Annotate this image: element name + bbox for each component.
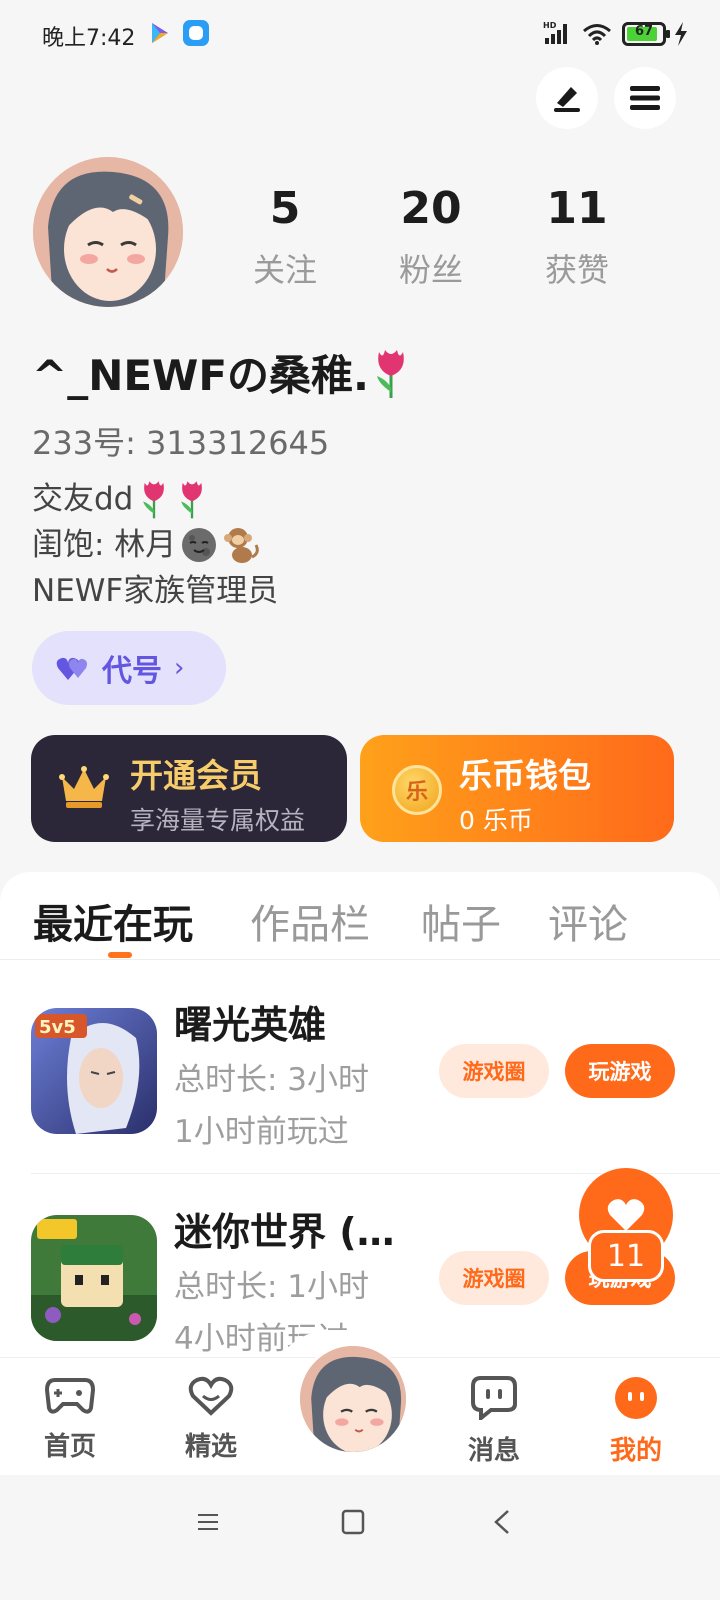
game-duration: 总时长: 1小时 [174, 1269, 370, 1305]
bio-line: NEWF家族管理员 [32, 568, 278, 614]
battery-level: 67 [634, 24, 654, 39]
like-count-badge: 11 [588, 1230, 664, 1282]
stat-label: 关注 [252, 251, 317, 289]
wifi-icon [583, 24, 611, 45]
profile-bio: 交友dd 闺饱: 林月 NEWF家族管理员 [32, 476, 278, 614]
codename-button[interactable]: 代号 › [32, 631, 226, 705]
status-bar: 晚上7:42 HD 67 [0, 0, 720, 66]
wallet-title: 乐币钱包 [459, 756, 591, 795]
stat-value: 5 [269, 183, 301, 234]
chat-bubble-icon [471, 1376, 517, 1423]
recent-apps-icon[interactable] [196, 1510, 220, 1534]
stat-label: 获赞 [544, 251, 609, 289]
svg-text:5v5: 5v5 [39, 1017, 76, 1038]
game-circle-button[interactable]: 游戏圈 [439, 1044, 549, 1098]
signal-icon: HD [543, 21, 567, 44]
play-game-button[interactable]: 玩游戏 [565, 1044, 675, 1098]
edit-profile-button[interactable] [536, 67, 598, 129]
stat-followers[interactable]: 20 粉丝 [371, 183, 491, 291]
heart-outline-icon [188, 1376, 234, 1416]
tulip-icon [377, 349, 404, 398]
tab-recently-played[interactable]: 最近在玩 [33, 892, 193, 950]
home-square-icon[interactable] [341, 1509, 365, 1535]
bio-line-text: 闺饱: 林月 [32, 527, 177, 563]
wallet-balance: 0 乐币 [459, 806, 533, 835]
tulip-icon [143, 481, 165, 519]
profile-tabs: 最近在玩 作品栏 帖子 评论 [0, 872, 720, 960]
chevron-right-icon: › [174, 653, 185, 683]
game-list-item[interactable]: 5v5 曙光英雄 总时长: 3小时 1小时前玩过 游戏圈 玩游戏 [0, 972, 720, 1177]
nickname-text: ^_NEWFの桑稚. [32, 351, 370, 400]
battery-icon: 67 [622, 22, 670, 46]
bio-line-text: 交友dd [32, 481, 134, 517]
status-time: 晚上7:42 [42, 26, 136, 51]
app-notification-icon [183, 20, 209, 46]
system-nav-bar [0, 1475, 720, 1600]
tab-posts[interactable]: 帖子 [421, 892, 501, 950]
pen-icon [554, 87, 580, 112]
bio-line: 闺饱: 林月 [32, 522, 278, 568]
bio-line-text: NEWF家族管理员 [32, 573, 279, 609]
svg-text:HD: HD [543, 21, 557, 30]
hamburger-menu-icon [630, 86, 660, 110]
game-last-played: 1小时前玩过 [174, 1114, 349, 1150]
stat-label: 粉丝 [398, 251, 463, 289]
game-icon [31, 1215, 157, 1341]
content-panel: 最近在玩 作品栏 帖子 评论 5v5 曙光英雄 总时长: 3小时 1小时前玩过 … [0, 872, 720, 1372]
smiley-icon [615, 1377, 657, 1419]
nav-messages[interactable]: 消息 [444, 1376, 544, 1467]
game-name: 曙光英雄 [174, 1003, 327, 1047]
codename-label: 代号 [102, 654, 162, 689]
monkey-icon [224, 528, 260, 563]
nav-label: 首页 [43, 1432, 96, 1462]
nav-label: 消息 [467, 1436, 520, 1466]
stat-likes[interactable]: 11 获赞 [517, 183, 637, 291]
double-heart-icon [56, 657, 87, 680]
play-store-icon [152, 23, 168, 43]
menu-button[interactable] [614, 67, 676, 129]
nav-me[interactable]: 我的 [586, 1376, 686, 1467]
stat-following[interactable]: 5 关注 [225, 183, 345, 291]
game-name: 迷你世界 (… [174, 1210, 395, 1254]
game-icon: 5v5 [31, 1008, 157, 1134]
profile-uid: 233号: 313312645 [32, 424, 330, 462]
moon-face-icon [182, 528, 217, 562]
profile-nickname: ^_NEWFの桑稚. [32, 342, 413, 403]
tab-works[interactable]: 作品栏 [250, 892, 370, 950]
nav-center-avatar[interactable] [297, 1343, 409, 1455]
profile-avatar[interactable] [33, 157, 183, 307]
nav-home[interactable]: 首页 [20, 1376, 120, 1463]
vip-card[interactable]: 开通会员 享海量专属权益 [31, 735, 347, 842]
bio-line: 交友dd [32, 476, 278, 522]
nav-label: 精选 [184, 1432, 237, 1462]
tab-comments[interactable]: 评论 [548, 892, 628, 950]
stat-value: 11 [546, 183, 608, 234]
nav-label: 我的 [609, 1436, 662, 1466]
profile-stats: 5 关注 20 粉丝 11 获赞 [210, 183, 690, 303]
tulip-icon [181, 481, 203, 519]
coin-icon: 乐 [392, 765, 442, 815]
coin-icon-char: 乐 [405, 780, 428, 805]
vip-title: 开通会员 [130, 756, 262, 795]
game-circle-button[interactable]: 游戏圈 [439, 1251, 549, 1305]
tab-indicator [108, 952, 132, 958]
stat-value: 20 [400, 183, 462, 234]
avatar-image [33, 157, 183, 307]
back-icon[interactable] [492, 1509, 512, 1535]
nav-featured[interactable]: 精选 [161, 1376, 261, 1463]
game-duration: 总时长: 3小时 [174, 1062, 370, 1098]
heart-icon [607, 1199, 645, 1231]
charging-icon [675, 22, 687, 46]
crown-icon [59, 766, 109, 808]
vip-subtitle: 享海量专属权益 [130, 806, 306, 835]
gamepad-icon [44, 1378, 96, 1414]
wallet-card[interactable]: 乐 乐币钱包 0 乐币 [360, 735, 674, 842]
